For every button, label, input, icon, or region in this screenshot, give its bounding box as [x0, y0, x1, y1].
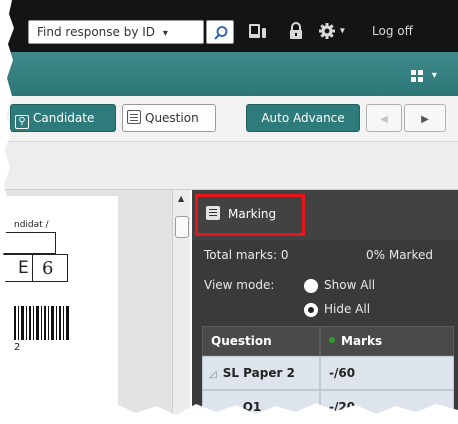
hide-all-label[interactable]: Hide All: [324, 302, 370, 316]
viewer-scrollbar[interactable]: ▲: [172, 190, 190, 424]
question-cell: SL Paper 2: [222, 366, 295, 380]
barcode-number: 2: [14, 342, 21, 353]
grid-menu-button[interactable]: ▾: [410, 68, 437, 83]
app-bar: ▾: [0, 52, 458, 96]
view-mode-label: View mode:: [204, 278, 275, 292]
chevron-down-icon[interactable]: ▾: [163, 28, 168, 39]
total-marks: Total marks: 0: [204, 248, 289, 262]
show-all-radio[interactable]: [304, 279, 318, 293]
previous-button[interactable]: ◀: [366, 104, 402, 132]
auto-advance-button[interactable]: Auto Advance: [246, 104, 360, 132]
top-bar: Find response by ID ▾ ▾ Log off: [0, 0, 458, 52]
settings-menu[interactable]: ▾: [318, 22, 345, 40]
scroll-up-icon[interactable]: ▲: [178, 194, 184, 203]
candidate-button[interactable]: ⚲ Candidate: [10, 104, 116, 132]
grid-menu-icon: [411, 69, 423, 82]
search-button[interactable]: [206, 20, 234, 44]
device-icon[interactable]: [248, 22, 268, 43]
chevron-right-icon: ▶: [421, 114, 429, 125]
sub-toolbar: [0, 142, 458, 190]
candidate-box: [0, 232, 56, 254]
document-icon: [127, 110, 141, 124]
marks-cell[interactable]: -/20: [320, 390, 454, 424]
handwritten-digit: E: [18, 258, 29, 278]
table-row[interactable]: ◿ SL Paper 2: [202, 356, 320, 390]
marks-cell[interactable]: -/60: [320, 356, 454, 390]
column-header-question[interactable]: Question: [202, 326, 320, 356]
response-viewer: ndidat / E 6 2: [0, 190, 172, 424]
candidate-label: Candidate: [33, 111, 95, 125]
marking-tab[interactable]: Marking: [206, 206, 276, 221]
marking-panel: Marking Total marks: 0 0% Marked View mo…: [192, 190, 458, 424]
show-all-label[interactable]: Show All: [324, 278, 375, 292]
candidate-number-label: ndidat /: [14, 220, 49, 230]
search-input[interactable]: Find response by ID ▾: [28, 20, 204, 44]
lock-icon[interactable]: [288, 22, 304, 43]
percent-marked: 0% Marked: [366, 248, 434, 262]
hide-all-radio[interactable]: [304, 303, 318, 317]
collapse-triangle-icon[interactable]: ◿: [229, 403, 237, 414]
question-button[interactable]: Question: [122, 104, 216, 132]
chevron-down-icon: ▾: [339, 25, 345, 37]
handwritten-digit: 6: [42, 258, 54, 279]
marking-title: Marking: [228, 207, 277, 221]
marks-header-label: Marks: [341, 334, 383, 348]
table-row[interactable]: ◿ Q1: [202, 390, 320, 424]
divider: [32, 254, 33, 282]
logoff-link[interactable]: Log off: [372, 24, 413, 38]
gear-icon: [319, 23, 335, 39]
chevron-down-icon: ▾: [431, 70, 437, 81]
chevron-left-icon: ◀: [380, 114, 388, 125]
search-placeholder: Find response by ID: [37, 25, 156, 39]
scroll-thumb[interactable]: [175, 216, 189, 238]
document-icon: [206, 206, 220, 220]
marking-panel-header: Marking: [192, 190, 458, 240]
candidate-digit-box: [0, 254, 68, 282]
next-button[interactable]: ▶: [404, 104, 446, 132]
status-dot-icon: [329, 337, 335, 343]
barcode: [14, 306, 69, 340]
candidate-icon: ⚲: [15, 115, 29, 129]
question-cell: Q1: [242, 400, 262, 414]
column-header-marks[interactable]: Marks: [320, 326, 454, 356]
marks-table: Question Marks ◿ SL Paper 2 -/60 ◿ Q1 -/20: [202, 326, 454, 424]
question-label: Question: [145, 111, 199, 125]
toolbar: ⚲ Candidate Question Auto Advance ◀ ▶: [0, 96, 458, 142]
script-page: ndidat / E 6 2: [0, 196, 118, 424]
search-icon: [214, 26, 228, 40]
collapse-triangle-icon[interactable]: ◿: [209, 369, 217, 380]
